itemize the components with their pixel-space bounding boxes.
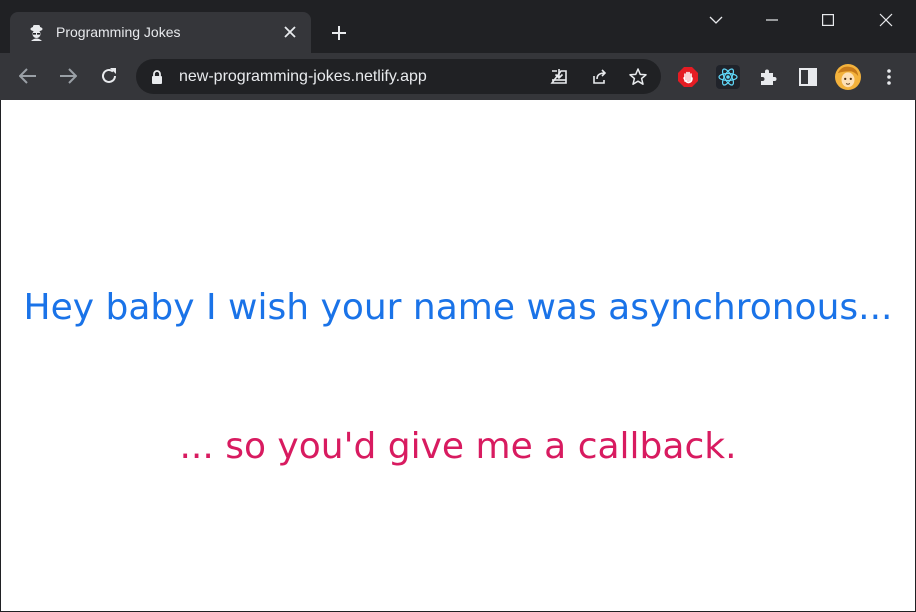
close-window-icon[interactable]	[858, 0, 914, 40]
tab-strip: Programming Jokes	[0, 0, 916, 53]
address-bar[interactable]: new-programming-jokes.netlify.app	[136, 59, 661, 94]
joke-setup: Hey baby I wish your name was asynchrono…	[23, 287, 893, 328]
react-devtools-icon[interactable]	[715, 64, 741, 90]
page-content: Hey baby I wish your name was asynchrono…	[1, 100, 915, 611]
reload-icon[interactable]	[94, 61, 124, 91]
spy-icon	[28, 24, 45, 41]
tab-programming-jokes[interactable]: Programming Jokes	[10, 12, 311, 53]
tab-search-chevron-down-icon[interactable]	[688, 0, 744, 40]
adblock-icon[interactable]	[675, 64, 701, 90]
browser-toolbar: new-programming-jokes.netlify.app	[0, 53, 916, 100]
bookmark-star-icon[interactable]	[626, 65, 650, 89]
tab-close-icon[interactable]	[281, 23, 299, 41]
share-icon[interactable]	[587, 65, 611, 89]
new-tab-button[interactable]	[326, 20, 352, 46]
side-panel-icon[interactable]	[795, 64, 821, 90]
joke-punchline: ... so you'd give me a callback.	[179, 426, 737, 467]
minimize-icon[interactable]	[744, 0, 800, 40]
forward-arrow-icon[interactable]	[53, 61, 83, 91]
back-arrow-icon[interactable]	[13, 61, 43, 91]
lock-icon[interactable]	[150, 69, 164, 85]
install-app-icon[interactable]	[547, 65, 571, 89]
url-text[interactable]: new-programming-jokes.netlify.app	[179, 68, 427, 86]
tab-title: Programming Jokes	[56, 24, 181, 40]
more-menu-icon[interactable]	[876, 64, 902, 90]
maximize-icon[interactable]	[800, 0, 856, 40]
profile-avatar[interactable]	[835, 64, 861, 90]
puzzle-icon[interactable]	[755, 64, 781, 90]
browser-window: Programming Jokes new-programming-jokes.…	[0, 0, 916, 612]
